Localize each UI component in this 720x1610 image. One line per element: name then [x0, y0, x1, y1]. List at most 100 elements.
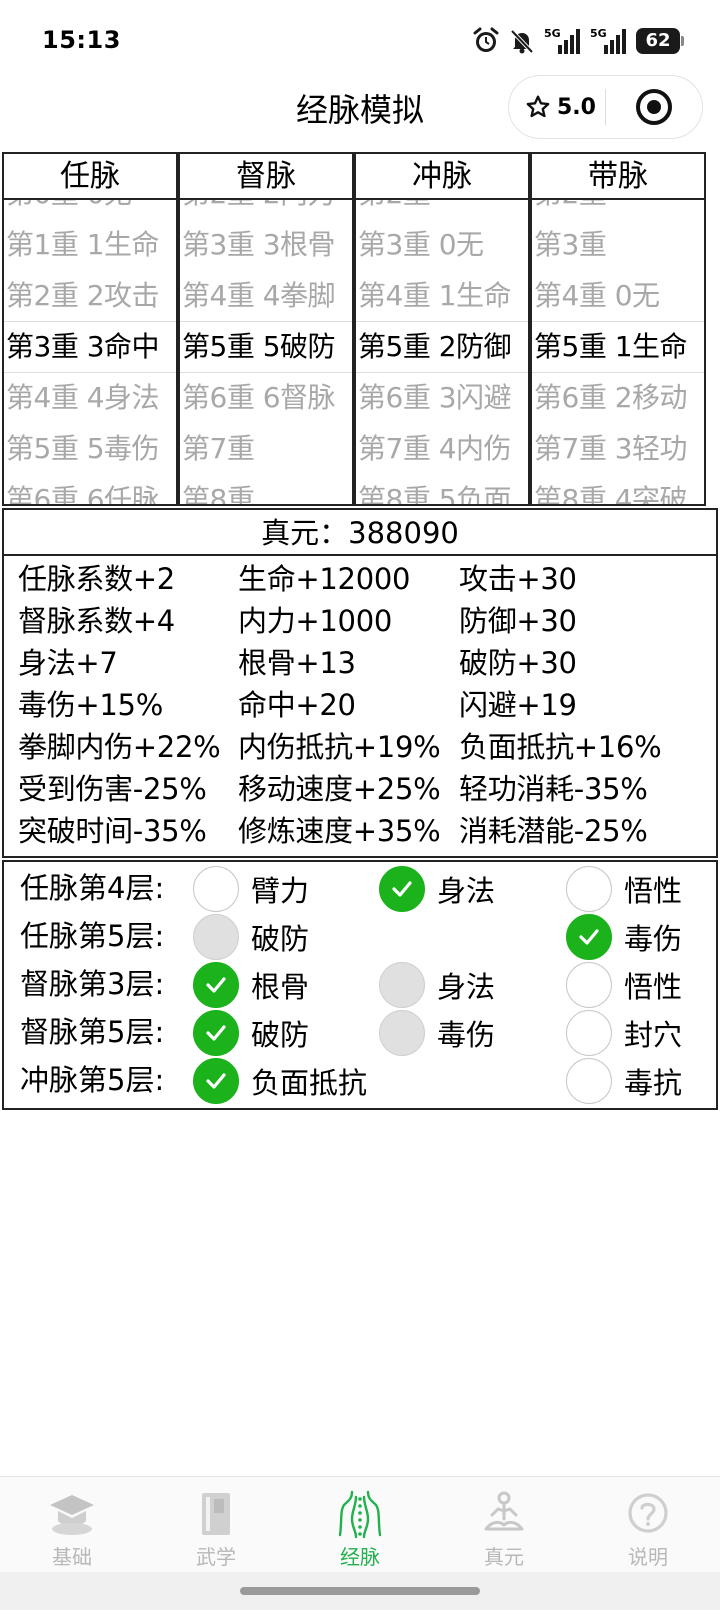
checkbox-unchecked[interactable]: [566, 961, 612, 1008]
stat-value: 破防+30: [459, 646, 577, 680]
stat-value: 命中+20: [238, 688, 356, 722]
option-choice-label: 破防: [251, 1017, 310, 1052]
picker-item[interactable]: 第1重 1生命: [4, 219, 176, 270]
option-choice[interactable]: 毒抗: [566, 1056, 682, 1105]
checkbox-unchecked[interactable]: [193, 865, 239, 912]
checkbox-unchecked[interactable]: [566, 1009, 612, 1056]
picker-item[interactable]: 第7重 3轻功: [532, 423, 704, 474]
stat-value: 身法+7: [18, 646, 118, 680]
picker-item[interactable]: 第3重 0无: [356, 219, 528, 270]
stat-value: 拳脚内伤+22%: [18, 730, 221, 764]
picker-item[interactable]: 第7重: [180, 423, 352, 474]
check-icon: [206, 976, 226, 993]
nav-label: 基础: [52, 1545, 92, 1569]
checkbox-checked[interactable]: [193, 1057, 239, 1104]
nav-item-meridian[interactable]: 经脉: [288, 1477, 432, 1572]
option-choice-label: 悟性: [624, 873, 683, 908]
option-choice[interactable]: 身法: [379, 864, 495, 913]
picker-item[interactable]: 第3重 3根骨: [180, 219, 352, 270]
option-choice[interactable]: 毒伤: [566, 912, 682, 961]
option-choice[interactable]: 臂力: [193, 864, 309, 913]
picker-item[interactable]: 第2重 2攻击: [4, 270, 176, 321]
stat-value: 移动速度+25%: [238, 772, 441, 806]
nav-label: 武学: [196, 1545, 236, 1569]
option-choice-label: 毒抗: [624, 1065, 683, 1100]
picker-renmai[interactable]: 任脉 第0重 0无第1重 1生命第2重 2攻击第3重 3命中第4重 4身法第5重…: [2, 152, 178, 506]
checkbox-checked[interactable]: [566, 913, 612, 960]
picker-item[interactable]: 第0重 0无: [4, 200, 176, 219]
picker-item[interactable]: 第3重: [532, 219, 704, 270]
picker-item-selected[interactable]: 第5重 1生命: [532, 321, 704, 372]
picker-item[interactable]: 第8重 5负面: [356, 474, 528, 505]
picker-item[interactable]: 第6重 6任脉: [4, 474, 176, 505]
option-choice[interactable]: 根骨: [193, 960, 309, 1009]
record-button[interactable]: [606, 88, 702, 126]
option-choice-label: 毒伤: [437, 1017, 496, 1052]
nav-item-help[interactable]: 说明: [576, 1477, 720, 1572]
record-icon: [636, 89, 672, 125]
picker-item[interactable]: 第8重: [180, 474, 352, 505]
check-icon: [579, 928, 599, 945]
stat-value: 毒伤+15%: [18, 688, 163, 722]
picker-item[interactable]: 第2重 2内力: [180, 200, 352, 219]
nav-item-basic[interactable]: 基础: [0, 1477, 144, 1572]
picker-item-selected[interactable]: 第5重 5破防: [180, 321, 352, 372]
option-choice[interactable]: 悟性: [566, 864, 682, 913]
picker-item[interactable]: 第8重 4突破: [532, 474, 704, 505]
option-row-label: 任脉第5层:: [20, 919, 165, 953]
picker-item[interactable]: 第6重 6督脉: [180, 372, 352, 423]
nav-item-zhenyuan[interactable]: 真元: [432, 1477, 576, 1572]
checkbox-unchecked[interactable]: [566, 865, 612, 912]
picker-wheel[interactable]: 第0重 0无第1重 1生命第2重 2攻击第3重 3命中第4重 4身法第5重 5毒…: [4, 200, 176, 504]
checkbox-disabled: [379, 1009, 425, 1056]
picker-item-selected[interactable]: 第5重 2防御: [356, 321, 528, 372]
nav-label: 经脉: [340, 1545, 380, 1569]
picker-item[interactable]: 第4重 0无: [532, 270, 704, 321]
rating-button[interactable]: 5.0: [509, 94, 605, 120]
picker-wheel[interactable]: 第2重 2内力第3重 3根骨第4重 4拳脚第5重 5破防第6重 6督脉第7重第8…: [180, 200, 352, 504]
stat-value: 突破时间-35%: [18, 814, 207, 848]
picker-item[interactable]: 第4重 4拳脚: [180, 270, 352, 321]
nav-label: 真元: [484, 1545, 524, 1569]
option-choice[interactable]: 封穴: [566, 1008, 682, 1057]
checkbox-checked[interactable]: [379, 865, 425, 912]
picker-title: 任脉: [4, 154, 176, 200]
option-row: 任脉第4层: 臂力 身法 悟性: [4, 864, 716, 913]
option-choice[interactable]: 悟性: [566, 960, 682, 1009]
checkbox-disabled: [193, 913, 239, 960]
picker-indicator-line: [4, 371, 176, 373]
picker-title: 督脉: [180, 154, 352, 200]
picker-item[interactable]: 第7重 4内伤: [356, 423, 528, 474]
checkbox-checked[interactable]: [193, 1009, 239, 1056]
picker-daimai[interactable]: 带脉 第2重第3重第4重 0无第5重 1生命第6重 2移动第7重 3轻功第8重 …: [530, 152, 706, 506]
checkbox-unchecked[interactable]: [566, 1057, 612, 1104]
picker-item[interactable]: 第4重 4身法: [4, 372, 176, 423]
capsule-menu: 5.0: [508, 75, 703, 139]
picker-item[interactable]: 第6重 3闪避: [356, 372, 528, 423]
nav-item-martial[interactable]: 武学: [144, 1477, 288, 1572]
picker-wheel[interactable]: 第2重第3重第4重 0无第5重 1生命第6重 2移动第7重 3轻功第8重 4突破: [532, 200, 704, 504]
picker-item[interactable]: 第2重: [356, 200, 528, 219]
picker-dumai[interactable]: 督脉 第2重 2内力第3重 3根骨第4重 4拳脚第5重 5破防第6重 6督脉第7…: [178, 152, 354, 506]
picker-wheel[interactable]: 第2重第3重 0无第4重 1生命第5重 2防御第6重 3闪避第7重 4内伤第8重…: [356, 200, 528, 504]
picker-item[interactable]: 第6重 2移动: [532, 372, 704, 423]
home-indicator[interactable]: [240, 1587, 480, 1595]
picker-item[interactable]: 第2重: [532, 200, 704, 219]
bottom-nav: 基础 武学 经脉 真元 说明: [0, 1476, 720, 1572]
picker-item[interactable]: 第4重 1生命: [356, 270, 528, 321]
checkbox-checked[interactable]: [193, 961, 239, 1008]
stat-value: 受到伤害-25%: [18, 772, 207, 806]
option-choice[interactable]: 破防: [193, 1008, 309, 1057]
stat-value: 任脉系数+2: [18, 562, 175, 596]
option-row: 冲脉第5层: 负面抵抗 毒抗: [4, 1056, 716, 1105]
stat-value: 防御+30: [459, 604, 577, 638]
option-row-label: 冲脉第5层:: [20, 1063, 165, 1097]
picker-item[interactable]: 第5重 5毒伤: [4, 423, 176, 474]
check-icon: [392, 880, 412, 897]
option-choice-label: 悟性: [624, 969, 683, 1004]
picker-indicator-line: [4, 320, 176, 322]
picker-item-selected[interactable]: 第3重 3命中: [4, 321, 176, 372]
picker-title: 冲脉: [356, 154, 528, 200]
option-choice[interactable]: 负面抵抗: [193, 1056, 367, 1105]
picker-chongmai[interactable]: 冲脉 第2重第3重 0无第4重 1生命第5重 2防御第6重 3闪避第7重 4内伤…: [354, 152, 530, 506]
